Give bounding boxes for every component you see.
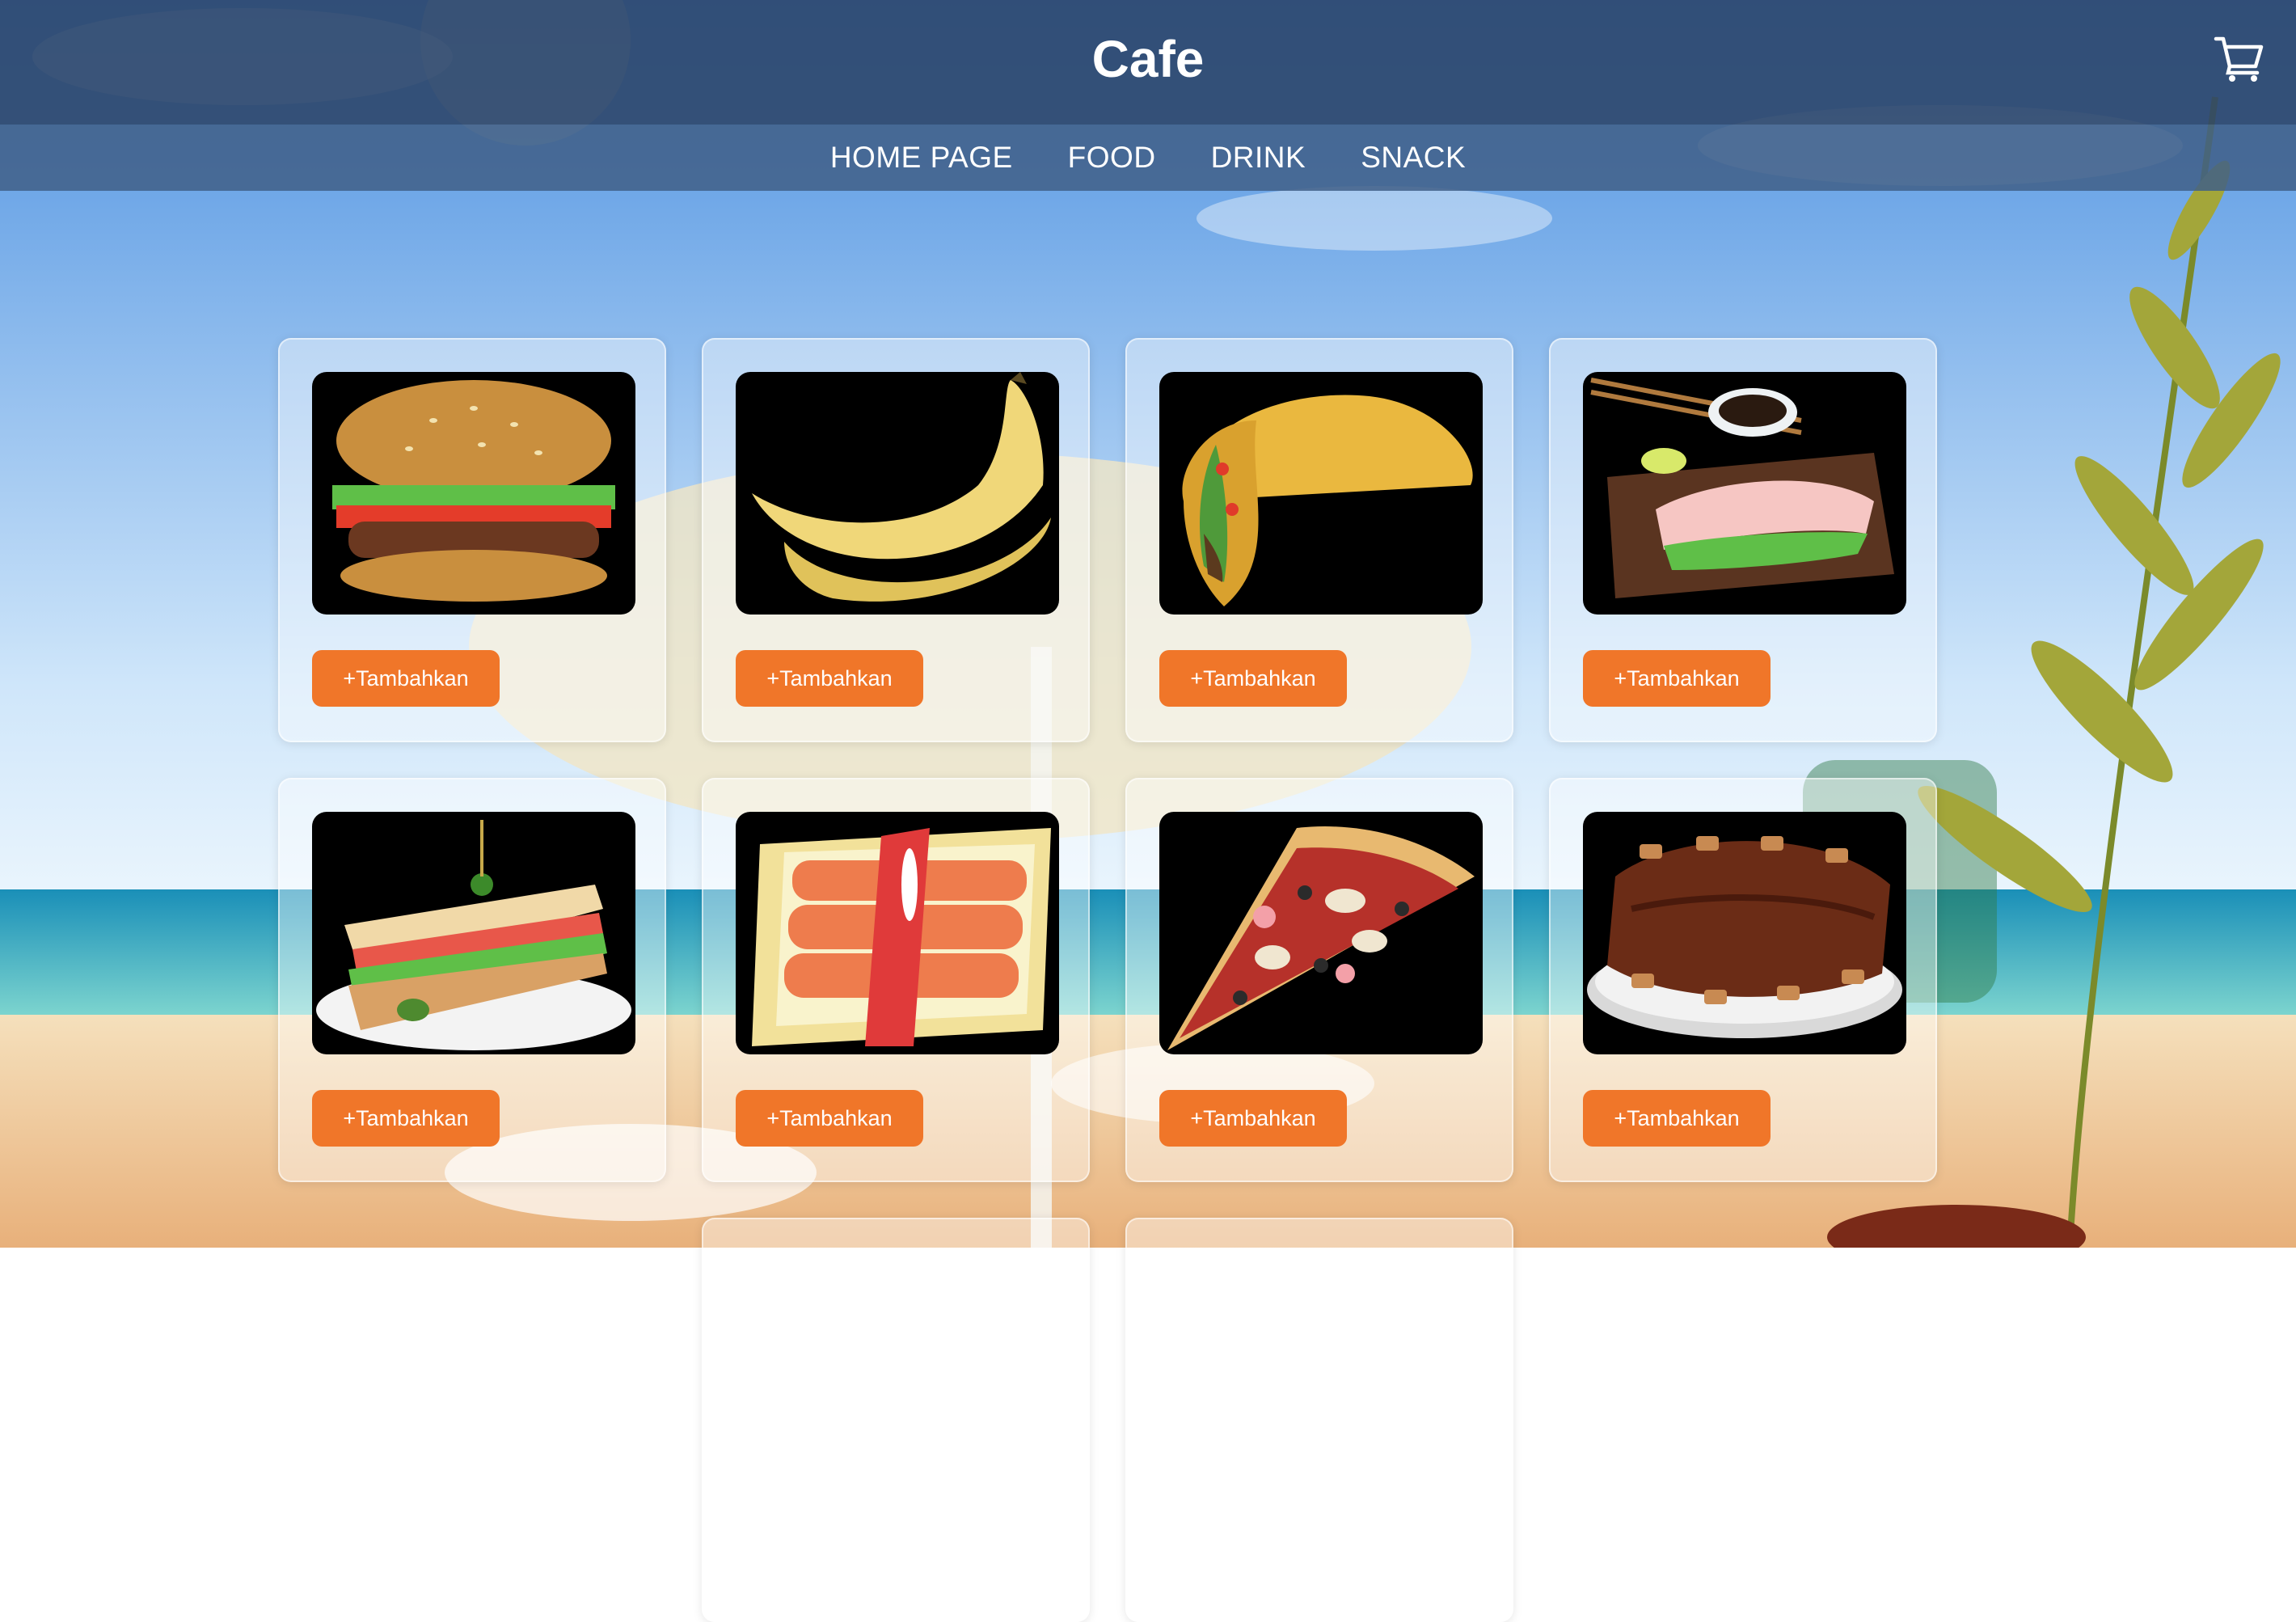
sushi-tray-image xyxy=(736,812,1059,1054)
product-card: +Tambahkan xyxy=(1549,338,1937,742)
product-card xyxy=(702,1218,1090,1622)
nav-food[interactable]: FOOD xyxy=(1068,141,1156,175)
banana-image xyxy=(736,372,1059,615)
nav-drink[interactable]: DRINK xyxy=(1211,141,1306,175)
product-card: +Tambahkan xyxy=(1125,778,1513,1182)
product-card: +Tambahkan xyxy=(1549,778,1937,1182)
product-card xyxy=(1125,1218,1513,1622)
product-card: +Tambahkan xyxy=(702,778,1090,1182)
add-button[interactable]: +Tambahkan xyxy=(312,1090,500,1147)
pizza-slice-image xyxy=(1159,812,1483,1054)
nav-snack[interactable]: SNACK xyxy=(1361,141,1466,175)
add-button[interactable]: +Tambahkan xyxy=(1583,650,1771,707)
main-nav: HOME PAGE FOOD DRINK SNACK xyxy=(0,125,2296,191)
product-card: +Tambahkan xyxy=(278,338,666,742)
sashimi-image xyxy=(1583,372,1906,615)
nav-home-page[interactable]: HOME PAGE xyxy=(830,141,1013,175)
product-card: +Tambahkan xyxy=(1125,338,1513,742)
product-card: +Tambahkan xyxy=(278,778,666,1182)
site-title: Cafe xyxy=(1091,30,1205,88)
product-card: +Tambahkan xyxy=(702,338,1090,742)
cart-icon[interactable] xyxy=(2214,34,2265,82)
add-button[interactable]: +Tambahkan xyxy=(736,1090,923,1147)
add-button[interactable]: +Tambahkan xyxy=(736,650,923,707)
taco-image xyxy=(1159,372,1483,615)
club-sandwich-image xyxy=(312,812,635,1054)
add-button[interactable]: +Tambahkan xyxy=(1583,1090,1771,1147)
bbq-ribs-image xyxy=(1583,812,1906,1054)
add-button[interactable]: +Tambahkan xyxy=(312,650,500,707)
burger-image xyxy=(312,372,635,615)
add-button[interactable]: +Tambahkan xyxy=(1159,1090,1347,1147)
add-button[interactable]: +Tambahkan xyxy=(1159,650,1347,707)
top-header: Cafe xyxy=(0,0,2296,125)
